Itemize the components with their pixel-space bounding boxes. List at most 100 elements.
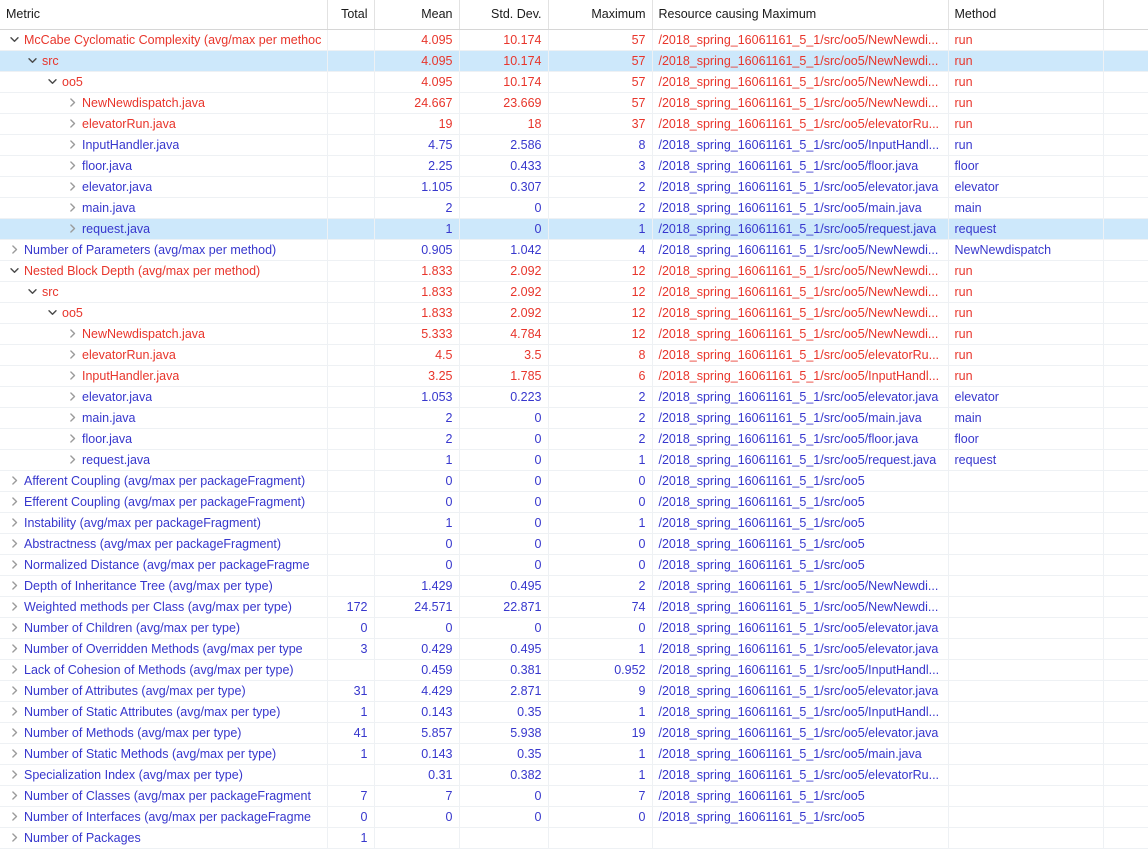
table-row[interactable]: Efferent Coupling (avg/max per packageFr… — [0, 491, 1148, 513]
chevron-right-icon[interactable] — [6, 639, 22, 659]
metric-cell[interactable]: main.java — [0, 197, 328, 219]
table-row[interactable]: Abstractness (avg/max per packageFragmen… — [0, 533, 1148, 555]
metric-cell[interactable]: Lack of Cohesion of Methods (avg/max per… — [0, 659, 328, 681]
table-row[interactable]: Number of Overridden Methods (avg/max pe… — [0, 638, 1148, 660]
table-row[interactable]: floor.java 2.25 0.433 3/2018_spring_1606116… — [0, 155, 1148, 177]
table-row[interactable]: Number of Parameters (avg/max per method… — [0, 239, 1148, 261]
metric-cell[interactable]: floor.java — [0, 155, 328, 177]
chevron-right-icon[interactable] — [6, 723, 22, 743]
metric-cell[interactable]: Number of Attributes (avg/max per type) — [0, 680, 328, 702]
metric-cell[interactable]: Number of Children (avg/max per type) — [0, 617, 328, 639]
chevron-right-icon[interactable] — [6, 513, 22, 533]
table-row[interactable]: McCabe Cyclomatic Complexity (avg/max pe… — [0, 29, 1148, 51]
metric-cell[interactable]: src — [0, 281, 328, 303]
chevron-right-icon[interactable] — [64, 366, 80, 386]
table-row[interactable]: Number of Children (avg/max per type) 0 0 0… — [0, 617, 1148, 639]
table-row[interactable]: Weighted methods per Class (avg/max per … — [0, 596, 1148, 618]
chevron-right-icon[interactable] — [6, 702, 22, 722]
metric-cell[interactable]: elevatorRun.java — [0, 344, 328, 366]
chevron-right-icon[interactable] — [6, 240, 22, 260]
metric-cell[interactable]: request.java — [0, 449, 328, 471]
metric-cell[interactable]: Instability (avg/max per packageFragment… — [0, 512, 328, 534]
chevron-down-icon[interactable] — [24, 51, 40, 71]
metric-cell[interactable]: Nested Block Depth (avg/max per method) — [0, 260, 328, 282]
table-row[interactable]: oo5 4.095 10.174 57/2018_spring_16061161_5_… — [0, 71, 1148, 93]
metric-cell[interactable]: elevatorRun.java — [0, 113, 328, 135]
table-row[interactable]: main.java 2 0 2/2018_spring_16061161_5_1/sr… — [0, 197, 1148, 219]
column-header-maximum[interactable]: Maximum — [548, 0, 653, 30]
metric-cell[interactable]: Specialization Index (avg/max per type) — [0, 764, 328, 786]
table-row[interactable]: main.java 2 0 2/2018_spring_16061161_5_1/sr… — [0, 407, 1148, 429]
metric-cell[interactable]: elevator.java — [0, 386, 328, 408]
chevron-right-icon[interactable] — [64, 324, 80, 344]
table-row[interactable]: elevator.java 1.105 0.307 2/2018_spring_160… — [0, 176, 1148, 198]
chevron-right-icon[interactable] — [6, 534, 22, 554]
column-header-resource[interactable]: Resource causing Maximum — [652, 0, 949, 30]
chevron-right-icon[interactable] — [6, 471, 22, 491]
table-row[interactable]: Normalized Distance (avg/max per package… — [0, 554, 1148, 576]
column-header-std-dev[interactable]: Std. Dev. — [459, 0, 549, 30]
metric-cell[interactable]: src — [0, 50, 328, 72]
table-row[interactable]: NewNewdispatch.java 5.333 4.784 12/2018_spr… — [0, 323, 1148, 345]
chevron-down-icon[interactable] — [44, 303, 60, 323]
chevron-down-icon[interactable] — [24, 282, 40, 302]
chevron-right-icon[interactable] — [64, 177, 80, 197]
chevron-right-icon[interactable] — [64, 408, 80, 428]
metric-cell[interactable]: Number of Static Attributes (avg/max per… — [0, 701, 328, 723]
chevron-right-icon[interactable] — [6, 744, 22, 764]
table-row[interactable]: InputHandler.java 3.25 1.785 6/2018_spring_… — [0, 365, 1148, 387]
chevron-right-icon[interactable] — [6, 786, 22, 806]
chevron-right-icon[interactable] — [6, 681, 22, 701]
metric-cell[interactable]: Abstractness (avg/max per packageFragmen… — [0, 533, 328, 555]
metric-cell[interactable]: Number of Packages — [0, 827, 328, 849]
metric-cell[interactable]: elevator.java — [0, 176, 328, 198]
metric-cell[interactable]: Number of Interfaces (avg/max per packag… — [0, 806, 328, 828]
table-row[interactable]: elevatorRun.java 4.5 3.5 8/2018_spring_1606… — [0, 344, 1148, 366]
column-header-mean[interactable]: Mean — [374, 0, 460, 30]
table-row[interactable]: InputHandler.java 4.75 2.586 8/2018_spring_… — [0, 134, 1148, 156]
table-row[interactable]: elevator.java 1.053 0.223 2/2018_spring_160… — [0, 386, 1148, 408]
table-row[interactable]: Depth of Inheritance Tree (avg/max per t… — [0, 575, 1148, 597]
metric-cell[interactable]: Efferent Coupling (avg/max per packageFr… — [0, 491, 328, 513]
metric-cell[interactable]: floor.java — [0, 428, 328, 450]
table-row[interactable]: Number of Methods (avg/max per type) 41 5.… — [0, 722, 1148, 744]
metric-cell[interactable]: InputHandler.java — [0, 365, 328, 387]
metric-cell[interactable]: Depth of Inheritance Tree (avg/max per t… — [0, 575, 328, 597]
chevron-right-icon[interactable] — [6, 555, 22, 575]
chevron-right-icon[interactable] — [64, 219, 80, 239]
table-row[interactable]: Number of Static Attributes (avg/max per… — [0, 701, 1148, 723]
table-row[interactable]: src 1.833 2.092 12/2018_spring_16061161_5_1… — [0, 281, 1148, 303]
table-row[interactable]: Nested Block Depth (avg/max per method) 1… — [0, 260, 1148, 282]
table-row[interactable]: Lack of Cohesion of Methods (avg/max per… — [0, 659, 1148, 681]
chevron-right-icon[interactable] — [6, 576, 22, 596]
chevron-right-icon[interactable] — [64, 156, 80, 176]
metric-cell[interactable]: Weighted methods per Class (avg/max per … — [0, 596, 328, 618]
chevron-right-icon[interactable] — [64, 114, 80, 134]
table-row[interactable]: Number of Packages 1 — [0, 827, 1148, 849]
column-header-method[interactable]: Method — [948, 0, 1104, 30]
chevron-right-icon[interactable] — [6, 765, 22, 785]
table-row[interactable]: oo5 1.833 2.092 12/2018_spring_16061161_5_1… — [0, 302, 1148, 324]
chevron-right-icon[interactable] — [64, 387, 80, 407]
table-row[interactable]: Specialization Index (avg/max per type) 0… — [0, 764, 1148, 786]
table-row[interactable]: Afferent Coupling (avg/max per packageFr… — [0, 470, 1148, 492]
table-row[interactable]: Number of Classes (avg/max per packageFr… — [0, 785, 1148, 807]
metric-cell[interactable]: request.java — [0, 218, 328, 240]
metric-cell[interactable]: NewNewdispatch.java — [0, 92, 328, 114]
table-row[interactable]: Number of Attributes (avg/max per type) 3… — [0, 680, 1148, 702]
chevron-right-icon[interactable] — [64, 93, 80, 113]
table-row[interactable]: request.java 1 0 1/2018_spring_16061161_5_1… — [0, 218, 1148, 240]
metric-cell[interactable]: Number of Parameters (avg/max per method… — [0, 239, 328, 261]
table-row[interactable]: elevatorRun.java 19 18 37/2018_spring_16061… — [0, 113, 1148, 135]
chevron-down-icon[interactable] — [6, 30, 22, 50]
metric-cell[interactable]: InputHandler.java — [0, 134, 328, 156]
metric-cell[interactable]: Afferent Coupling (avg/max per packageFr… — [0, 470, 328, 492]
metric-cell[interactable]: oo5 — [0, 71, 328, 93]
metric-cell[interactable]: Number of Overridden Methods (avg/max pe… — [0, 638, 328, 660]
metric-cell[interactable]: Number of Static Methods (avg/max per ty… — [0, 743, 328, 765]
table-row[interactable]: NewNewdispatch.java 24.667 23.669 57/2018_s… — [0, 92, 1148, 114]
metric-cell[interactable]: oo5 — [0, 302, 328, 324]
chevron-down-icon[interactable] — [44, 72, 60, 92]
chevron-right-icon[interactable] — [64, 135, 80, 155]
chevron-right-icon[interactable] — [64, 345, 80, 365]
